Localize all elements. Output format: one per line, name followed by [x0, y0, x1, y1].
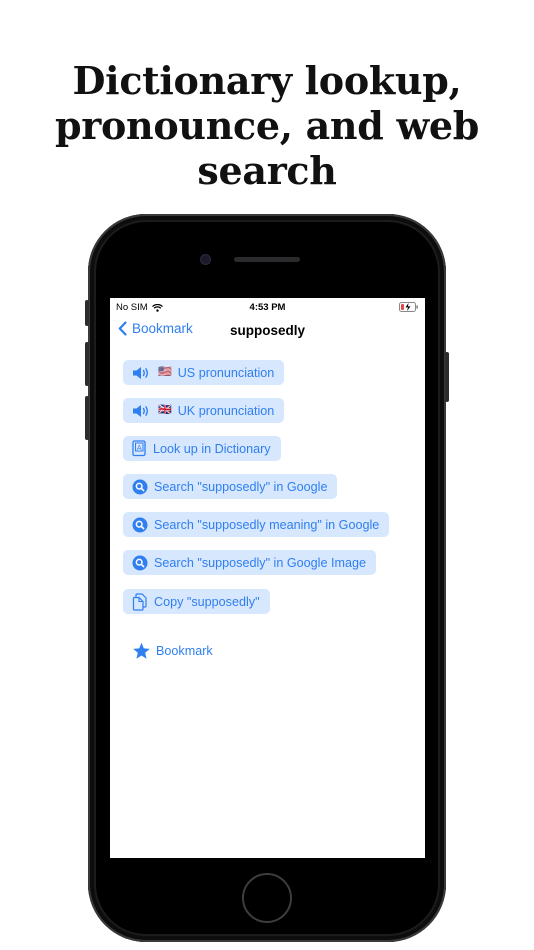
google-meaning-search-label: Search "supposedly meaning" in Google	[154, 517, 380, 532]
google-search-button[interactable]: Search "supposedly" in Google	[123, 474, 338, 499]
home-button[interactable]	[242, 873, 292, 923]
google-image-search-button[interactable]: Search "supposedly" in Google Image	[123, 550, 376, 575]
copy-word-label: Copy "supposedly"	[154, 594, 260, 609]
headline-line-2: pronounce, and web	[54, 103, 480, 148]
magnifier-circle-icon	[132, 517, 148, 533]
headline: Dictionary lookup, pronounce, and web se…	[0, 58, 534, 193]
google-image-search-label: Search "supposedly" in Google Image	[154, 555, 366, 570]
battery-charging-icon	[399, 302, 419, 312]
bookmark-button[interactable]: Bookmark	[132, 642, 213, 660]
power-button	[445, 352, 449, 402]
google-search-label: Search "supposedly" in Google	[154, 479, 328, 494]
speaker-wave-icon	[132, 404, 152, 418]
svg-text:A: A	[137, 444, 142, 452]
dictionary-lookup-button[interactable]: A Look up in Dictionary	[123, 436, 281, 461]
star-fill-icon	[132, 642, 151, 660]
volume-up-button	[85, 342, 89, 386]
earpiece-speaker	[234, 257, 300, 262]
us-flag-icon: 🇺🇸	[158, 366, 172, 378]
uk-flag-icon: 🇬🇧	[158, 404, 172, 416]
nav-title: supposedly	[229, 323, 305, 338]
navigation-bar: Bookmark supposedly	[110, 318, 425, 344]
front-camera	[200, 254, 211, 265]
volume-down-button	[85, 396, 89, 440]
uk-pronunciation-button[interactable]: 🇬🇧 UK pronunciation	[123, 398, 285, 423]
status-time: 4:53 PM	[249, 302, 286, 313]
copy-word-button[interactable]: Copy "supposedly"	[123, 589, 270, 614]
speaker-wave-icon	[132, 366, 152, 380]
magnifier-circle-icon	[132, 479, 148, 495]
dictionary-lookup-label: Look up in Dictionary	[153, 441, 271, 456]
doc-on-doc-icon	[132, 592, 148, 611]
google-meaning-search-button[interactable]: Search "supposedly meaning" in Google	[123, 512, 390, 537]
magnifier-circle-icon	[132, 555, 148, 571]
dictionary-book-icon: A	[132, 440, 147, 457]
bookmark-label: Bookmark	[156, 644, 213, 658]
phone-screen: No SIM 4:53 PM Bookmark supposedly 🇺🇸 US…	[110, 298, 425, 858]
status-bar: No SIM 4:53 PM	[110, 298, 425, 316]
mute-switch	[85, 300, 89, 326]
headline-line-3: search	[197, 148, 337, 193]
headline-line-1: Dictionary lookup,	[72, 58, 462, 103]
us-pronunciation-label: US pronunciation	[177, 365, 275, 380]
uk-pronunciation-label: UK pronunciation	[177, 403, 275, 418]
us-pronunciation-button[interactable]: 🇺🇸 US pronunciation	[123, 360, 285, 385]
